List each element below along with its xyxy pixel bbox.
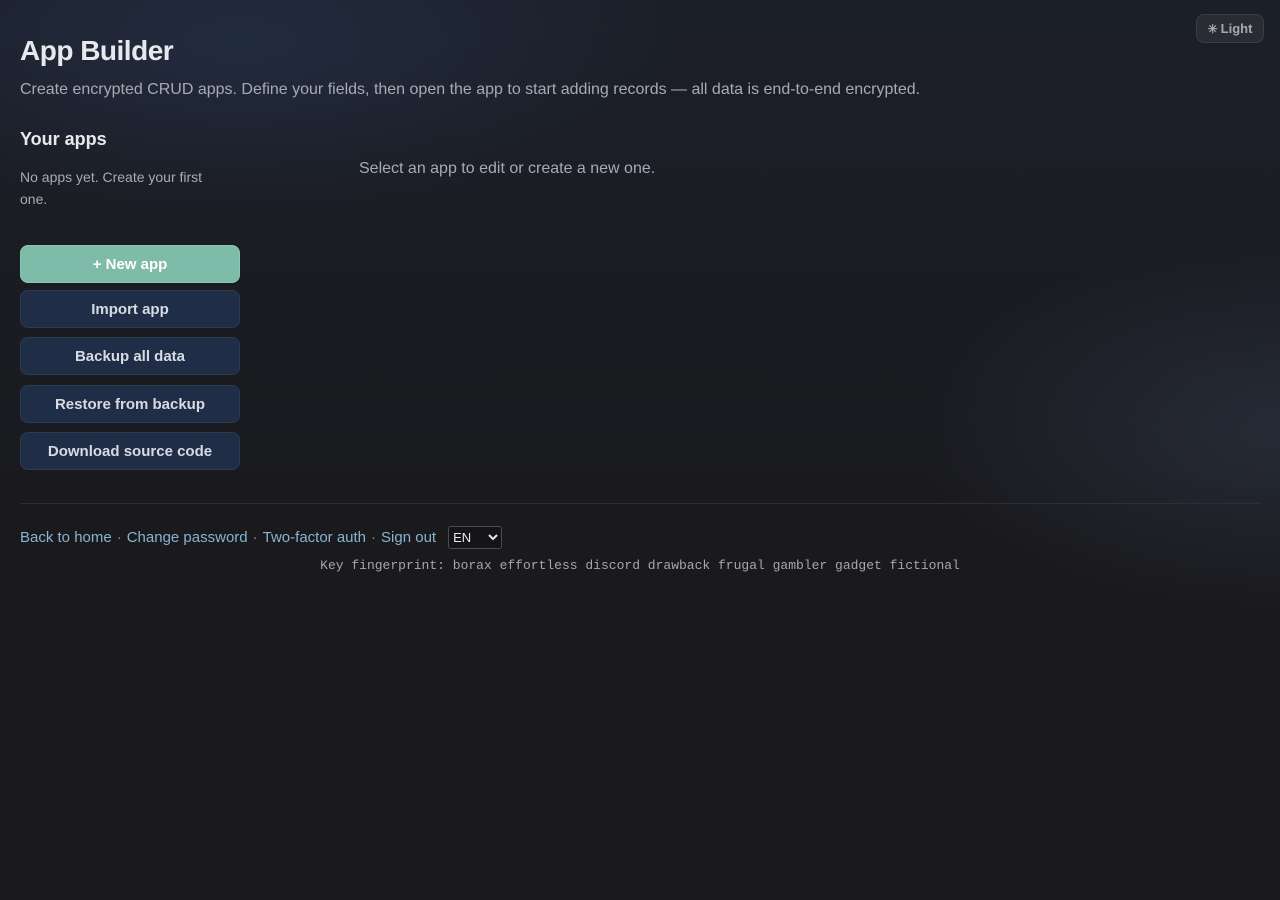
page-subtitle: Create encrypted CRUD apps. Define your …	[20, 81, 921, 98]
language-select[interactable]: EN	[448, 526, 503, 549]
footer-separator: ·	[252, 529, 258, 546]
sign-out-link[interactable]: Sign out	[381, 529, 436, 546]
apps-sidebar: Your apps No apps yet. Create your first…	[20, 128, 240, 470]
key-fingerprint: Key fingerprint: borax effortless discor…	[320, 558, 960, 573]
footer-divider	[20, 503, 1260, 504]
new-app-button[interactable]: + New app	[20, 245, 240, 283]
empty-apps-note: No apps yet. Create your first one.	[20, 169, 203, 207]
download-source-code-button[interactable]: Download source code	[20, 432, 240, 470]
change-password-link[interactable]: Change password	[127, 529, 248, 546]
main-empty-hint: Select an app to edit or create a new on…	[359, 160, 656, 177]
sidebar-heading: Your apps	[20, 129, 107, 149]
sun-icon: ✳	[1207, 21, 1218, 36]
footer-separator: ·	[371, 529, 377, 546]
restore-from-backup-button[interactable]: Restore from backup	[20, 385, 240, 423]
two-factor-auth-link[interactable]: Two-factor auth	[263, 529, 366, 546]
back-to-home-link[interactable]: Back to home	[20, 529, 112, 546]
page-title: App Builder	[20, 35, 174, 66]
footer-separator: ·	[116, 529, 122, 546]
footer-nav: Back to home · Change password · Two-fac…	[20, 526, 503, 549]
import-app-button[interactable]: Import app	[20, 290, 240, 328]
theme-toggle-label: Light	[1220, 21, 1253, 36]
theme-toggle-button[interactable]: ✳ Light	[1196, 14, 1264, 43]
backup-all-data-button[interactable]: Backup all data	[20, 337, 240, 375]
